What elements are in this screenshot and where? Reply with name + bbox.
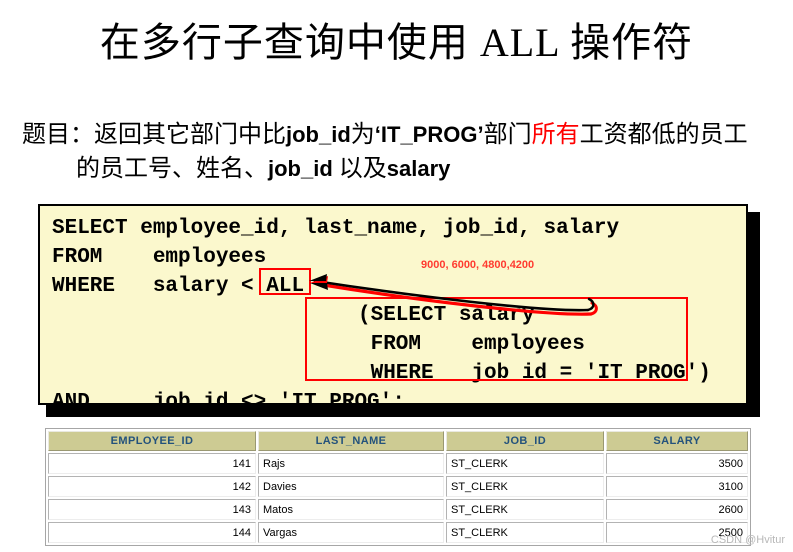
question-mid-3: 工资都低的员工 bbox=[579, 122, 748, 148]
question-highlight-all: 所有 bbox=[531, 122, 580, 148]
table-row[interactable]: 144 Vargas ST_CLERK 2500 bbox=[48, 522, 748, 543]
question-text: 题目：返回其它部门中比job_id为‘IT_PROG’部门所有工资都低的员工 的… bbox=[22, 118, 793, 186]
question-mid-1: 为 bbox=[350, 122, 375, 148]
subquery-to-all-arrow-icon bbox=[309, 274, 598, 316]
column-header-job-id[interactable]: JOB_ID bbox=[446, 431, 604, 451]
table-row[interactable]: 143 Matos ST_CLERK 2600 bbox=[48, 499, 748, 520]
question-mid-2: 部门 bbox=[483, 122, 532, 148]
table-header-row: EMPLOYEE_ID LAST_NAME JOB_ID SALARY bbox=[48, 431, 748, 451]
cell-job-id: ST_CLERK bbox=[446, 476, 604, 497]
cell-employee-id: 143 bbox=[48, 499, 256, 520]
subquery-values-annotation: 9000, 6000, 4800,4200 bbox=[421, 259, 535, 271]
watermark-text: CSDN @Hvitur bbox=[710, 534, 785, 546]
column-header-employee-id[interactable]: EMPLOYEE_ID bbox=[48, 431, 256, 451]
question-line-2: 的员工号、姓名、job_id 以及salary bbox=[22, 152, 793, 186]
cell-last-name: Davies bbox=[258, 476, 444, 497]
table-row[interactable]: 142 Davies ST_CLERK 3100 bbox=[48, 476, 748, 497]
question-line-1: 题目：返回其它部门中比job_id为‘IT_PROG’部门所有工资都低的员工 bbox=[22, 122, 748, 148]
cell-last-name: Vargas bbox=[258, 522, 444, 543]
cell-salary: 3500 bbox=[606, 453, 748, 474]
cell-salary: 2600 bbox=[606, 499, 748, 520]
cell-employee-id: 144 bbox=[48, 522, 256, 543]
cell-last-name: Matos bbox=[258, 499, 444, 520]
cell-employee-id: 142 bbox=[48, 476, 256, 497]
question-lead: 题目：返回其它部门中比 bbox=[22, 122, 286, 148]
question-line2-code-job-id: job_id bbox=[268, 156, 333, 181]
question-code-it-prog: ‘IT_PROG’ bbox=[374, 122, 484, 147]
cell-last-name: Rajs bbox=[258, 453, 444, 474]
question-line2-lead: 的员工号、姓名、 bbox=[76, 156, 268, 182]
page-title: 在多行子查询中使用 ALL 操作符 bbox=[99, 20, 694, 65]
column-header-last-name[interactable]: LAST_NAME bbox=[258, 431, 444, 451]
cell-job-id: ST_CLERK bbox=[446, 499, 604, 520]
question-line2-mid: 以及 bbox=[332, 156, 387, 182]
table-row[interactable]: 141 Rajs ST_CLERK 3500 bbox=[48, 453, 748, 474]
cell-employee-id: 141 bbox=[48, 453, 256, 474]
question-line2-code-salary: salary bbox=[386, 156, 451, 181]
cell-job-id: ST_CLERK bbox=[446, 453, 604, 474]
cell-job-id: ST_CLERK bbox=[446, 522, 604, 543]
cell-salary: 3100 bbox=[606, 476, 748, 497]
column-header-salary[interactable]: SALARY bbox=[606, 431, 748, 451]
question-code-job-id: job_id bbox=[286, 122, 351, 147]
query-result-table: EMPLOYEE_ID LAST_NAME JOB_ID SALARY 141 … bbox=[45, 428, 751, 546]
